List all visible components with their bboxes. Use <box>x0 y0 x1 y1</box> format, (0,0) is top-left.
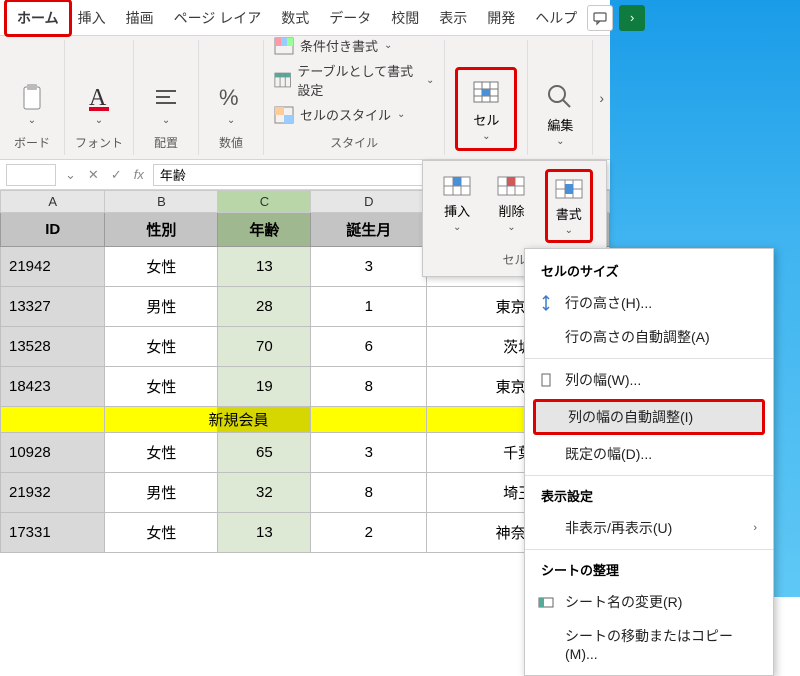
chevron-down-icon: ⌄ <box>28 115 36 126</box>
chevron-down-icon: ⌄ <box>556 136 564 147</box>
name-box-dropdown-icon[interactable]: ⌄ <box>62 167 79 183</box>
table-row: 17331 女性 13 2 神奈川 <box>1 513 610 553</box>
format-context-menu: セルのサイズ 行の高さ(H)... 行の高さの自動調整(A) 列の幅(W)...… <box>524 248 774 676</box>
ribbon-group-font: A ⌄ フォント <box>65 40 134 155</box>
clipboard-label: ボード <box>14 134 50 151</box>
tab-page-layout[interactable]: ページ レイア <box>164 2 272 34</box>
menu-col-width[interactable]: 列の幅(W)... <box>525 363 773 397</box>
table-row: 10928 女性 65 3 千葉 <box>1 433 610 473</box>
chevron-down-icon: ⌄ <box>162 115 170 126</box>
search-icon <box>544 81 576 113</box>
align-icon <box>150 81 182 113</box>
menu-hide-show[interactable]: 非表示/再表示(U) › <box>525 511 773 545</box>
tab-view[interactable]: 表示 <box>429 2 477 34</box>
ribbon-group-alignment: ⌄ 配置 <box>134 40 199 155</box>
insert-cells-button[interactable]: 挿入 ⌄ <box>436 169 478 237</box>
collapse-ribbon-button[interactable]: › <box>619 5 645 31</box>
number-label: 数値 <box>219 134 243 151</box>
alignment-label: 配置 <box>154 134 178 151</box>
table-row: 13528 女性 70 6 茨城 <box>1 327 610 367</box>
delete-cells-button[interactable]: 削除 ⌄ <box>490 169 532 237</box>
cell-styles-icon <box>274 106 294 124</box>
format-cells-icon <box>554 176 584 202</box>
chevron-down-icon: ⌄ <box>95 115 103 126</box>
menu-default-width[interactable]: 既定の幅(D)... <box>525 437 773 471</box>
delete-cells-icon <box>496 173 526 199</box>
fx-icon[interactable]: fx <box>131 167 147 182</box>
cell-styles-button[interactable]: セルのスタイル⌄ <box>274 105 405 124</box>
cancel-icon[interactable]: ✕ <box>85 167 102 183</box>
font-icon: A <box>83 81 115 113</box>
menu-separator <box>525 358 773 359</box>
font-button[interactable]: A ⌄ <box>77 77 121 130</box>
ribbon-group-number: % ⌄ 数値 <box>199 40 264 155</box>
conditional-format-icon <box>274 37 294 55</box>
rename-icon <box>537 593 555 611</box>
col-width-icon <box>537 371 555 389</box>
menu-row-autofit[interactable]: 行の高さの自動調整(A) <box>525 320 773 354</box>
styles-label: スタイル <box>330 134 378 151</box>
row-height-icon <box>537 294 555 312</box>
col-header-c[interactable]: C <box>218 191 311 213</box>
tab-insert[interactable]: 挿入 <box>68 2 116 34</box>
name-box[interactable] <box>6 164 56 186</box>
format-as-table-button[interactable]: テーブルとして書式設定⌄ <box>274 61 434 99</box>
menu-rename-sheet[interactable]: シート名の変更(R) <box>525 585 773 619</box>
menu-section-sheet-org: シートの整理 <box>525 554 773 585</box>
font-label: フォント <box>75 134 123 151</box>
tab-draw[interactable]: 描画 <box>116 2 164 34</box>
tab-home[interactable]: ホーム <box>4 0 72 37</box>
chevron-right-icon: › <box>753 522 757 534</box>
align-button[interactable]: ⌄ <box>144 77 188 130</box>
ribbon-tab-bar: ホーム 挿入 描画 ページ レイア 数式 データ 校閲 表示 開発 ヘルプ › <box>0 0 610 36</box>
tab-data[interactable]: データ <box>319 2 381 34</box>
editing-button[interactable]: 編集 ⌄ <box>538 77 582 151</box>
chevron-right-icon: › <box>630 10 634 25</box>
comment-icon <box>592 10 608 26</box>
menu-section-display: 表示設定 <box>525 480 773 511</box>
menu-separator <box>525 475 773 476</box>
chevron-right-icon: › <box>599 90 604 106</box>
format-cells-button[interactable]: 書式 ⌄ <box>545 169 593 243</box>
ribbon-content: ⌄ ボード A ⌄ フォント ⌄ 配置 % ⌄ 数値 <box>0 36 610 160</box>
yellow-row: 新規会員 <box>1 407 610 433</box>
table-icon <box>274 71 291 89</box>
col-header-d[interactable]: D <box>311 191 427 213</box>
menu-separator <box>525 549 773 550</box>
number-button[interactable]: % ⌄ <box>209 77 253 130</box>
menu-section-cell-size: セルのサイズ <box>525 255 773 286</box>
ribbon-group-clipboard: ⌄ ボード <box>0 40 65 155</box>
paste-button[interactable]: ⌄ <box>10 77 54 130</box>
ribbon-group-styles: 条件付き書式⌄ テーブルとして書式設定⌄ セルのスタイル⌄ スタイル <box>264 40 445 155</box>
conditional-format-button[interactable]: 条件付き書式⌄ <box>274 36 392 55</box>
cells-icon <box>470 76 502 108</box>
tab-help[interactable]: ヘルプ <box>525 2 587 34</box>
tab-review[interactable]: 校閲 <box>381 2 429 34</box>
clipboard-icon <box>16 81 48 113</box>
comments-button[interactable] <box>587 5 613 31</box>
table-row: 13327 男性 28 1 東京都 <box>1 287 610 327</box>
tab-formulas[interactable]: 数式 <box>271 2 319 34</box>
enter-icon[interactable]: ✓ <box>108 167 125 183</box>
ribbon-overflow[interactable]: › <box>593 40 610 155</box>
percent-icon: % <box>215 81 247 113</box>
tab-developer[interactable]: 開発 <box>477 2 525 34</box>
table-row: 18423 女性 19 8 東京都 <box>1 367 610 407</box>
insert-cells-icon <box>442 173 472 199</box>
menu-move-copy-sheet[interactable]: シートの移動またはコピー(M)... <box>525 619 773 669</box>
excel-window: ホーム 挿入 描画 ページ レイア 数式 データ 校閲 表示 開発 ヘルプ › … <box>0 0 610 597</box>
table-row: 21932 男性 32 8 埼玉 <box>1 473 610 513</box>
col-header-a[interactable]: A <box>1 191 105 213</box>
menu-row-height[interactable]: 行の高さ(H)... <box>525 286 773 320</box>
chevron-down-icon: ⌄ <box>227 115 235 126</box>
menu-col-autofit[interactable]: 列の幅の自動調整(I) <box>533 399 765 435</box>
ribbon-group-cells: セル ⌄ <box>445 40 528 155</box>
col-header-b[interactable]: B <box>105 191 218 213</box>
svg-text:%: % <box>219 85 239 110</box>
ribbon-group-editing: 編集 ⌄ <box>528 40 593 155</box>
chevron-down-icon: ⌄ <box>482 131 490 142</box>
cells-button[interactable]: セル ⌄ <box>455 67 517 151</box>
